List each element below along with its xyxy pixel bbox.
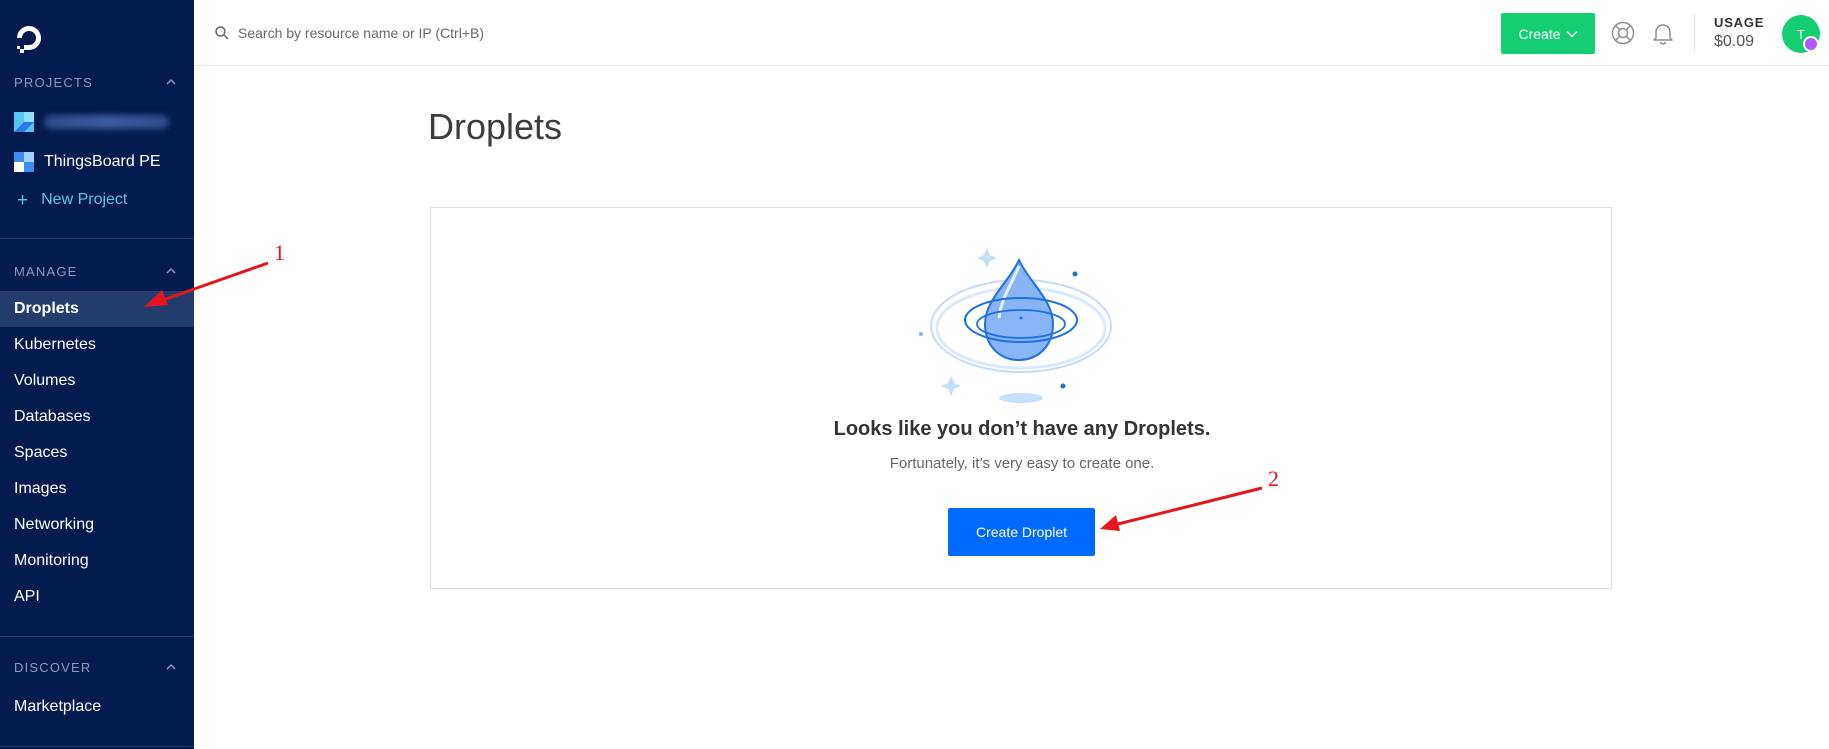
sidebar-project-hidden[interactable] — [14, 110, 184, 134]
sidebar-divider — [0, 636, 194, 637]
sidebar-project-thingsboard[interactable]: ThingsBoard PE — [14, 150, 184, 174]
manage-section-header[interactable]: MANAGE — [14, 264, 180, 280]
create-droplet-button[interactable]: Create Droplet — [948, 508, 1095, 556]
sidebar-item-networking[interactable]: Networking — [0, 507, 194, 543]
create-button[interactable]: Create — [1501, 13, 1595, 54]
sidebar-item-droplets[interactable]: Droplets — [0, 291, 194, 327]
annotation-label-1: 1 — [274, 240, 285, 265]
create-button-label: Create — [1518, 25, 1561, 42]
sidebar-item-monitoring[interactable]: Monitoring — [0, 543, 194, 579]
projects-section-header[interactable]: PROJECTS — [14, 75, 180, 91]
topbar: Create USAGE $0.09 T — [194, 0, 1829, 66]
blurred-project-name — [44, 115, 169, 129]
usage-widget[interactable]: USAGE $0.09 — [1714, 15, 1784, 51]
sidebar-item-label: API — [14, 588, 40, 605]
sidebar-item-images[interactable]: Images — [0, 471, 194, 507]
app-root: PROJECTS ThingsBoard PE + New Project MA… — [0, 0, 1829, 749]
search-bar[interactable] — [214, 20, 614, 46]
sidebar-item-api[interactable]: API — [0, 579, 194, 615]
usage-label: USAGE — [1714, 15, 1765, 30]
projects-section-label: PROJECTS — [14, 75, 93, 90]
sidebar-item-label: Networking — [14, 516, 95, 533]
usage-value: $0.09 — [1714, 33, 1755, 50]
sidebar-item-label: Volumes — [14, 372, 76, 389]
chevron-up-icon[interactable] — [164, 660, 178, 674]
help-icon[interactable] — [1610, 20, 1636, 46]
sidebar: PROJECTS ThingsBoard PE + New Project MA… — [0, 0, 194, 749]
new-project-label: New Project — [41, 191, 128, 208]
discover-section-label: DISCOVER — [14, 660, 92, 675]
discover-section-header[interactable]: DISCOVER — [14, 660, 180, 676]
sidebar-item-volumes[interactable]: Volumes — [0, 363, 194, 399]
search-icon — [215, 26, 229, 40]
sidebar-item-label: Droplets — [14, 300, 79, 317]
droplet-illustration-icon — [919, 248, 1112, 403]
sidebar-item-label: Images — [14, 480, 67, 497]
avatar-badge — [1803, 36, 1819, 52]
sidebar-item-label: Databases — [14, 408, 91, 425]
logo-icon[interactable] — [13, 22, 45, 54]
sidebar-item-label: Monitoring — [14, 552, 89, 569]
chevron-up-icon[interactable] — [164, 75, 178, 89]
search-input[interactable] — [238, 25, 598, 41]
sidebar-item-spaces[interactable]: Spaces — [0, 435, 194, 471]
chevron-up-icon[interactable] — [164, 264, 178, 278]
empty-state-subtitle: Fortunately, it’s very easy to create on… — [889, 455, 1155, 472]
sidebar-item-marketplace[interactable]: Marketplace — [0, 689, 194, 725]
sidebar-item-kubernetes[interactable]: Kubernetes — [0, 327, 194, 363]
page-title: Droplets — [428, 106, 563, 147]
sidebar-divider — [0, 238, 194, 239]
project-label: ThingsBoard PE — [44, 153, 161, 170]
sidebar-item-label: Kubernetes — [14, 336, 96, 353]
sidebar-item-databases[interactable]: Databases — [0, 399, 194, 435]
sidebar-divider — [0, 746, 194, 747]
new-project-link[interactable]: + New Project — [14, 188, 184, 212]
chevron-down-icon — [1565, 30, 1578, 38]
sidebar-item-label: Marketplace — [14, 698, 102, 715]
empty-state-title: Looks like you don’t have any Droplets. — [833, 418, 1211, 440]
empty-state-card: Looks like you don’t have any Droplets. … — [430, 207, 1612, 589]
project-icon — [14, 152, 34, 172]
annotation-label-2: 2 — [1268, 466, 1279, 491]
plus-icon: + — [17, 189, 29, 211]
project-icon — [14, 112, 34, 132]
bell-icon[interactable] — [1650, 20, 1676, 46]
topbar-divider — [1694, 14, 1695, 52]
manage-section-label: MANAGE — [14, 264, 78, 279]
sidebar-item-label: Spaces — [14, 444, 68, 461]
